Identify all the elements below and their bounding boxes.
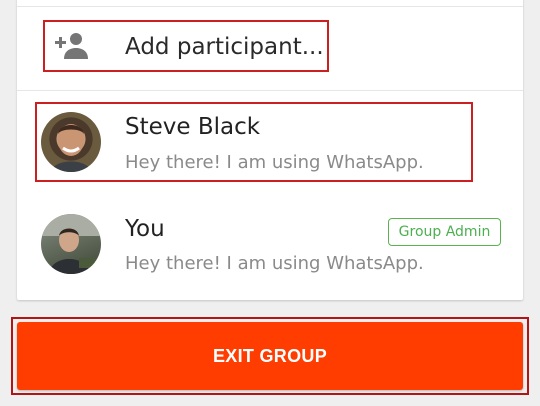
participant-row-you[interactable] <box>41 214 101 274</box>
avatar <box>41 214 101 274</box>
person-add-icon <box>53 31 89 61</box>
participant-name: You <box>125 216 165 242</box>
participant-name: Steve Black <box>125 114 261 140</box>
participant-status: Hey there! I am using WhatsApp. <box>125 152 424 173</box>
add-participant-label: Add participant... <box>125 34 324 60</box>
exit-group-button[interactable]: EXIT GROUP <box>17 322 523 390</box>
top-divider <box>17 6 523 7</box>
add-participant-button[interactable]: Add participant... <box>43 20 329 72</box>
participant-row-steve-black[interactable]: Steve Black Hey there! I am using WhatsA… <box>35 102 473 182</box>
divider <box>17 90 523 91</box>
participant-status: Hey there! I am using WhatsApp. <box>125 253 424 274</box>
group-admin-badge: Group Admin <box>388 218 501 246</box>
avatar <box>41 112 101 172</box>
